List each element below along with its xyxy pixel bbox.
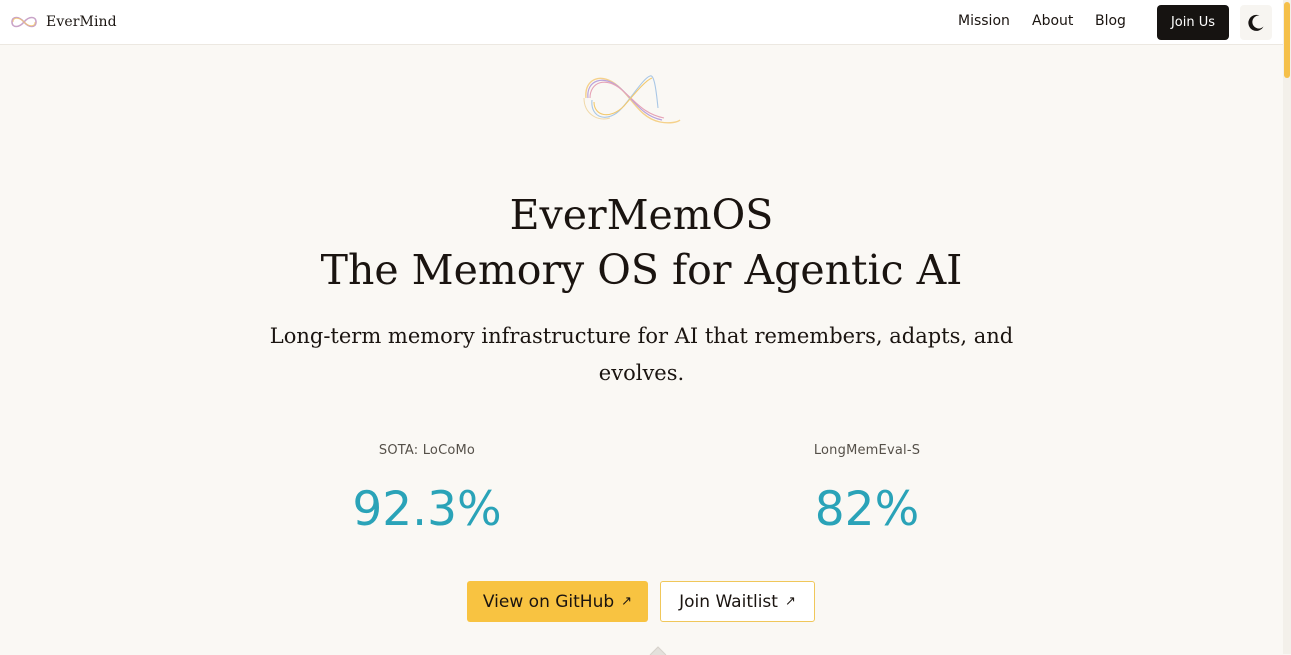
brand-name: EverMind bbox=[46, 14, 117, 30]
hero-title-tagline: The Memory OS for Agentic AI bbox=[320, 246, 963, 294]
hero-title-product: EverMemOS bbox=[509, 191, 774, 239]
nav-link-mission[interactable]: Mission bbox=[958, 13, 1010, 29]
infinity-ribbon-icon bbox=[583, 75, 681, 124]
join-us-button[interactable]: Join Us bbox=[1157, 5, 1229, 40]
stat-value: 92.3% bbox=[352, 482, 502, 537]
hero-subtitle: Long-term memory infrastructure for AI t… bbox=[269, 324, 1014, 385]
nav-link-blog[interactable]: Blog bbox=[1095, 13, 1126, 29]
github-button-label: View on GitHub bbox=[482, 591, 615, 612]
stat-value: 82% bbox=[814, 482, 920, 537]
scroll-down-icon[interactable] bbox=[646, 643, 670, 655]
page-scrollbar[interactable] bbox=[1283, 0, 1291, 654]
scrollbar-thumb[interactable] bbox=[1284, 2, 1290, 78]
hero-title: EverMemOS The Memory OS for Agentic AI bbox=[0, 188, 1283, 298]
moon-icon bbox=[1248, 14, 1264, 31]
waitlist-button-label: Join Waitlist bbox=[679, 591, 778, 612]
arrow-up-right-icon: ↗ bbox=[784, 594, 796, 609]
top-nav: EverMind Mission About Blog Join Us bbox=[0, 0, 1283, 45]
brand-home-link[interactable]: EverMind bbox=[8, 12, 117, 32]
view-on-github-button[interactable]: View on GitHub ↗ bbox=[467, 581, 648, 622]
arrow-up-right-icon: ↗ bbox=[621, 594, 633, 609]
infinity-logo-icon bbox=[11, 16, 37, 28]
nav-link-about[interactable]: About bbox=[1032, 13, 1073, 29]
stat-label: LongMemEval-S bbox=[813, 443, 921, 458]
stat-locomo: SOTA: LoCoMo 92.3% bbox=[297, 442, 557, 539]
theme-toggle-button[interactable] bbox=[1240, 5, 1272, 40]
stat-label: SOTA: LoCoMo bbox=[378, 443, 476, 458]
stat-longmemeval: LongMemEval-S 82% bbox=[737, 442, 997, 539]
join-waitlist-button[interactable]: Join Waitlist ↗ bbox=[660, 581, 815, 622]
